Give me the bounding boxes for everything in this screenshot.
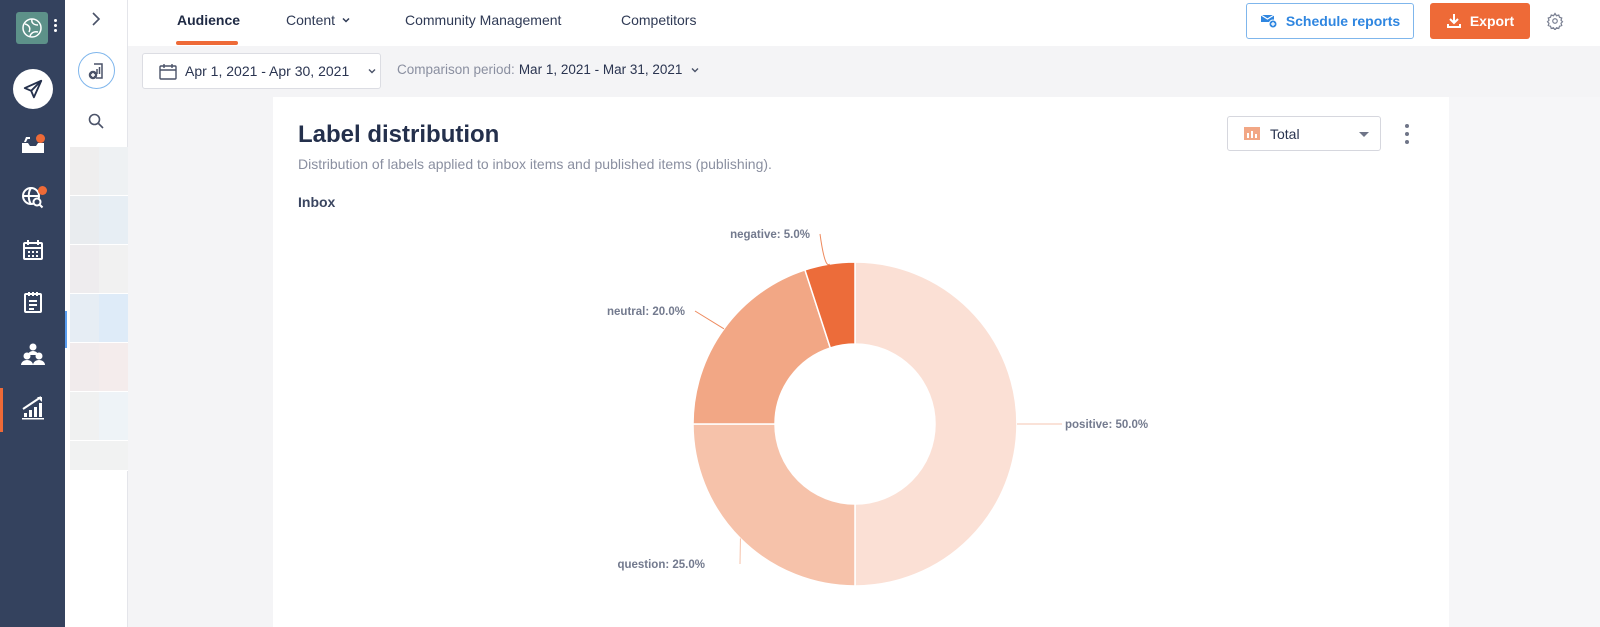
date-range-picker[interactable]: Apr 1, 2021 - Apr 30, 2021 xyxy=(142,53,381,89)
rail-item-listening[interactable] xyxy=(0,175,65,219)
settings-gear-icon[interactable] xyxy=(1546,12,1564,30)
rail-item-analytics[interactable] xyxy=(0,385,65,429)
paper-plane-icon xyxy=(23,79,42,99)
report-selected-indicator xyxy=(65,311,67,348)
data-label-neutral: neutral: 20.0% xyxy=(607,306,685,318)
donut-slice-question[interactable] xyxy=(692,423,856,587)
rail-active-indicator xyxy=(0,388,3,432)
download-icon xyxy=(1446,14,1461,28)
globe-logo-icon xyxy=(22,18,42,38)
new-report-button[interactable] xyxy=(78,52,115,89)
notepad-icon xyxy=(23,292,42,313)
logo-menu-dots-icon[interactable] xyxy=(54,19,58,37)
report-list-item[interactable] xyxy=(70,343,128,392)
calendar-icon xyxy=(159,63,177,80)
report-list-item[interactable] xyxy=(70,294,128,343)
mail-schedule-icon xyxy=(1260,14,1278,29)
label-distribution-donut-chart: positive: 50.0% question: 25.0% neutral: 2… xyxy=(607,229,1148,587)
comparison-period-selector[interactable]: Comparison period: Mar 1, 2021 - Mar 31,… xyxy=(397,62,700,77)
donut-slice-neutral[interactable] xyxy=(692,268,832,425)
chevron-down-icon xyxy=(368,69,376,74)
tab-audience[interactable]: Audience xyxy=(177,12,240,28)
search-icon[interactable] xyxy=(87,112,105,130)
top-navigation: Audience Content Community Management Co… xyxy=(128,0,1600,46)
chevron-down-icon xyxy=(342,17,350,23)
leader-line-neutral xyxy=(694,310,725,330)
report-list-item[interactable] xyxy=(70,441,128,471)
schedule-reports-button[interactable]: Schedule reports xyxy=(1246,3,1414,39)
donut-slice-positive[interactable] xyxy=(854,261,1018,587)
expand-chevron-right-icon[interactable] xyxy=(87,10,105,28)
data-label-question: question: 25.0% xyxy=(617,559,705,571)
report-list-item[interactable] xyxy=(70,147,128,196)
app-logo[interactable] xyxy=(16,12,48,44)
page-gutter xyxy=(1449,97,1600,627)
bar-chart-trend-icon xyxy=(21,396,44,420)
data-label-positive: positive: 50.0% xyxy=(1065,419,1148,431)
people-icon xyxy=(20,343,45,365)
listening-notification-badge xyxy=(38,186,47,195)
rail-item-audience[interactable] xyxy=(0,332,65,376)
inbox-notification-badge xyxy=(36,134,45,143)
report-list-item[interactable] xyxy=(70,392,128,441)
tab-competitors[interactable]: Competitors xyxy=(621,12,696,28)
data-label-negative: negative: 5.0% xyxy=(730,229,810,241)
rail-item-inbox[interactable] xyxy=(0,122,65,166)
report-list-item[interactable] xyxy=(70,196,128,245)
rail-item-publish[interactable] xyxy=(0,67,65,111)
report-list xyxy=(70,147,128,475)
comparison-period-value: Mar 1, 2021 - Mar 31, 2021 xyxy=(518,62,683,77)
report-list-item[interactable] xyxy=(70,245,128,294)
tab-community-management[interactable]: Community Management xyxy=(405,12,561,28)
leader-line-negative xyxy=(819,233,831,266)
add-report-icon xyxy=(88,62,103,79)
rail-item-notes[interactable] xyxy=(0,280,65,324)
export-button[interactable]: Export xyxy=(1430,3,1530,39)
main-rail xyxy=(0,0,65,627)
label-distribution-card: Label distribution Distribution of label… xyxy=(273,97,1449,627)
calendar-icon xyxy=(22,240,43,260)
active-tab-indicator xyxy=(176,41,238,45)
secondary-sidebar xyxy=(65,0,128,627)
chevron-down-icon xyxy=(691,67,699,72)
tab-content[interactable]: Content xyxy=(286,12,351,28)
rail-item-calendar[interactable] xyxy=(0,228,65,272)
